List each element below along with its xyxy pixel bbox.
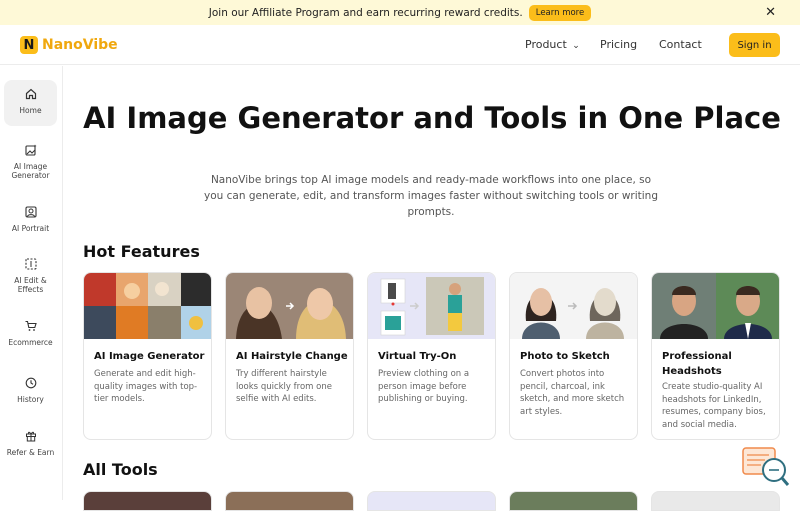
sidebar-item-ai-image-generator[interactable]: AI Image Generator bbox=[4, 136, 57, 184]
sidebar-item-ecommerce[interactable]: Ecommerce bbox=[4, 312, 57, 360]
feature-card-image bbox=[368, 273, 495, 339]
sign-in-button[interactable]: Sign in bbox=[729, 33, 780, 57]
sidebar-item-history[interactable]: History bbox=[4, 369, 57, 417]
feature-card-image bbox=[510, 273, 637, 339]
promo-banner: Join our Affiliate Program and earn recu… bbox=[0, 0, 800, 25]
promo-banner-text: Join our Affiliate Program and earn recu… bbox=[208, 6, 523, 19]
gift-icon bbox=[24, 429, 38, 443]
all-tools-heading: All Tools bbox=[83, 460, 158, 479]
history-icon bbox=[24, 376, 38, 390]
learn-more-button[interactable]: Learn more bbox=[528, 4, 592, 21]
nav-contact[interactable]: Contact bbox=[659, 38, 702, 51]
sidebar-item-home[interactable]: Home bbox=[4, 80, 57, 126]
top-header: N NanoVibe Product ⌄ Pricing Contact Sig… bbox=[0, 25, 800, 65]
feature-card-title: AI Image Generator bbox=[94, 351, 205, 362]
nav-product-label: Product bbox=[525, 38, 567, 51]
chevron-down-icon: ⌄ bbox=[572, 41, 580, 51]
feature-card-desc: Preview clothing on a person image befor… bbox=[378, 369, 470, 404]
edit-effects-icon bbox=[24, 257, 38, 271]
feature-card-professional-headshots[interactable]: Professional Headshots Create studio-qua… bbox=[651, 272, 780, 440]
cart-icon bbox=[24, 319, 38, 333]
page-subtitle: NanoVibe brings top AI image models and … bbox=[203, 174, 658, 218]
close-icon[interactable]: ✕ bbox=[765, 5, 776, 20]
feature-card-title: Photo to Sketch bbox=[520, 351, 610, 362]
sidebar-item-label: AI Portrait bbox=[11, 224, 50, 233]
feature-card-desc: Generate and edit high-quality images wi… bbox=[94, 369, 198, 404]
sidebar-item-label: AI Edit & Effects bbox=[14, 276, 47, 294]
tool-card[interactable] bbox=[225, 491, 354, 511]
sidebar-item-label: History bbox=[17, 395, 44, 404]
sidebar-item-ai-portrait[interactable]: AI Portrait bbox=[4, 198, 57, 246]
nav-pricing[interactable]: Pricing bbox=[600, 38, 637, 51]
tool-card[interactable] bbox=[367, 491, 496, 511]
hot-features-heading: Hot Features bbox=[83, 242, 200, 261]
feature-card-title: AI Hairstyle Change bbox=[236, 351, 348, 362]
brand-name: NanoVibe bbox=[42, 37, 118, 53]
tool-card[interactable] bbox=[651, 491, 780, 511]
feature-card-ai-hairstyle-change[interactable]: AI Hairstyle Change Try different hairst… bbox=[225, 272, 354, 440]
sidebar-item-label: AI Image Generator bbox=[11, 162, 50, 180]
feature-card-desc: Create studio-quality AI headshots for L… bbox=[662, 382, 766, 430]
feature-card-desc: Try different hairstyle looks quickly fr… bbox=[236, 369, 332, 404]
portrait-icon bbox=[24, 205, 38, 219]
feature-card-photo-to-sketch[interactable]: Photo to Sketch Convert photos into penc… bbox=[509, 272, 638, 440]
sidebar-item-label: Ecommerce bbox=[8, 338, 53, 347]
feature-card-image bbox=[652, 273, 779, 339]
home-icon bbox=[24, 87, 38, 101]
brand-logo[interactable]: N NanoVibe bbox=[20, 36, 118, 54]
tool-card[interactable] bbox=[509, 491, 638, 511]
feature-card-virtual-try-on[interactable]: Virtual Try-On Preview clothing on a per… bbox=[367, 272, 496, 440]
feature-card-image bbox=[84, 273, 211, 339]
tool-card[interactable] bbox=[83, 491, 212, 511]
feature-card-image bbox=[226, 273, 353, 339]
sidebar-item-label: Refer & Earn bbox=[6, 448, 55, 457]
feature-card-title: Virtual Try-On bbox=[378, 351, 457, 362]
support-chat-icon[interactable] bbox=[741, 446, 791, 490]
sidebar-item-refer-earn[interactable]: Refer & Earn bbox=[4, 422, 57, 470]
logo-icon: N bbox=[20, 36, 38, 54]
sidebar-item-label: Home bbox=[19, 106, 42, 115]
sidebar-item-ai-edit-effects[interactable]: AI Edit & Effects bbox=[4, 250, 57, 298]
feature-card-ai-image-generator[interactable]: AI Image Generator Generate and edit hig… bbox=[83, 272, 212, 440]
feature-card-desc: Convert photos into pencil, charcoal, in… bbox=[520, 369, 625, 417]
sidebar: Home AI Image Generator AI Portrait AI E… bbox=[0, 66, 63, 500]
page-title: AI Image Generator and Tools in One Plac… bbox=[83, 101, 781, 135]
nav-product[interactable]: Product ⌄ bbox=[525, 38, 580, 51]
image-sparkle-icon bbox=[24, 143, 38, 157]
feature-card-title: Professional Headshots bbox=[662, 351, 732, 377]
